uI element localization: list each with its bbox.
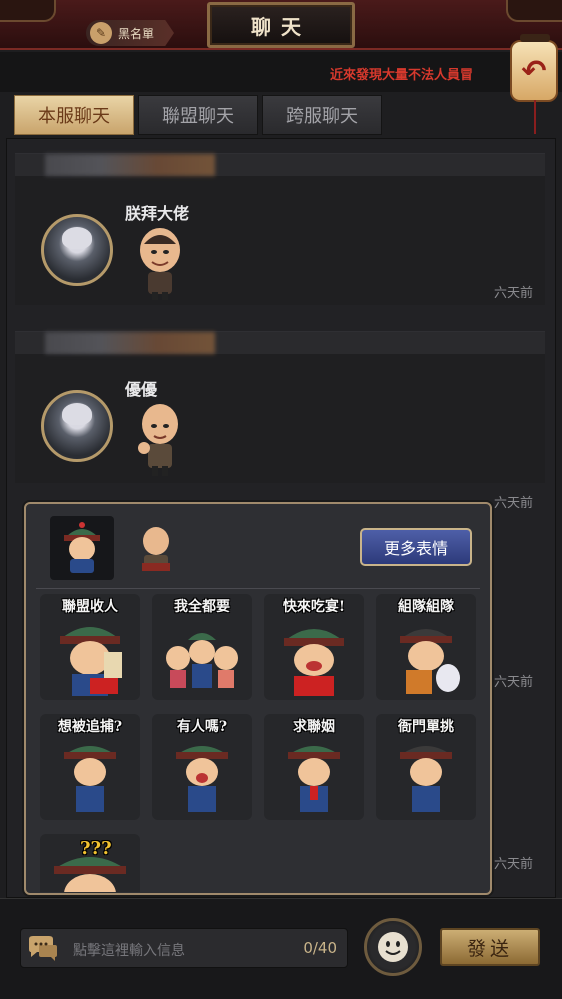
message-time: 六天前 <box>493 286 533 301</box>
ornament-corner-right <box>506 0 562 22</box>
official-recruit-sticker-icon <box>60 627 122 696</box>
message-header-blurred <box>15 154 545 176</box>
blacklist-icon: ✎ <box>90 22 112 44</box>
back-button[interactable]: ↶ <box>510 34 558 134</box>
tab-cross-server-chat[interactable]: 跨服聊天 <box>262 95 382 135</box>
sticker-bald-man-icon <box>138 404 178 476</box>
send-button[interactable]: 發送 <box>440 928 540 966</box>
sticker-grid[interactable]: 聯盟收人 我全都要 快來吃宴! 組隊組隊 想被追捕? 有人嗎? 求聯姻 衙門單挑… <box>40 594 480 892</box>
emoji-button[interactable] <box>364 918 422 976</box>
sticker-caption: ??? <box>80 838 112 859</box>
back-arrow-icon: ↶ <box>521 53 547 89</box>
sticker-caption: 我全都要 <box>174 599 230 615</box>
sticker-pack-official-tab[interactable] <box>50 516 114 580</box>
sticker-item[interactable]: 求聯姻 <box>264 714 364 820</box>
sticker-caption: 求聯姻 <box>293 719 335 735</box>
ornament-corner-left <box>0 0 56 22</box>
sticker-item[interactable]: 衙門單挑 <box>376 714 476 820</box>
announcement-ticker: 近來發現大量不法人員冒 <box>330 68 474 83</box>
sticker-caption: 組隊組隊 <box>398 599 454 615</box>
title-plate: 聊天 <box>207 2 355 48</box>
message-input[interactable]: 點擊這裡輸入信息 0/40 <box>20 928 348 968</box>
sticker-item[interactable]: 組隊組隊 <box>376 594 476 700</box>
chat-message: 優優 六天前 <box>15 331 545 511</box>
avatar[interactable] <box>41 390 113 462</box>
message-header-blurred <box>15 332 545 354</box>
chat-message: 朕拜大佬 六天前 <box>15 153 545 305</box>
message-time: 六天前 <box>493 496 533 511</box>
official-hat-icon <box>64 522 100 573</box>
sticker-pack-tabs <box>50 516 188 580</box>
marriage-sticker-icon <box>288 746 340 812</box>
sticker-bald-man-icon <box>140 228 180 300</box>
chat-bubble-icon <box>29 936 57 961</box>
message-time: 六天前 <box>493 857 533 872</box>
sticker-item[interactable]: 我全都要 <box>152 594 252 700</box>
bald-man-icon <box>142 527 170 571</box>
character-counter: 0/40 <box>303 939 337 957</box>
more-stickers-button[interactable]: 更多表情 <box>360 528 472 566</box>
sticker-caption: 衙門單挑 <box>398 719 454 735</box>
chat-screen: ✎ 黑名單 聊天 近來發現大量不法人員冒 ↶ 本服聊天 聯盟聊天 跨服聊天 朕拜… <box>0 0 562 999</box>
sticker-caption: 快來吃宴! <box>282 599 346 615</box>
divider <box>36 588 480 589</box>
blacklist-button[interactable]: ✎ 黑名單 <box>86 20 174 46</box>
banquet-sticker-icon <box>284 629 344 696</box>
chat-tabs: 本服聊天 聯盟聊天 跨服聊天 <box>14 95 382 135</box>
tab-server-chat[interactable]: 本服聊天 <box>14 95 134 135</box>
blacklist-label: 黑名單 <box>118 26 155 41</box>
arrest-sticker-icon <box>64 746 116 812</box>
input-placeholder: 點擊這裡輸入信息 <box>73 943 185 959</box>
smiley-icon <box>378 932 408 962</box>
duel-sticker-icon <box>400 746 452 812</box>
sticker-item[interactable]: 快來吃宴! <box>264 594 364 700</box>
sticker-panel: 更多表情 聯盟收人 我全都要 快來吃宴! 組隊組隊 想被追捕? 有人嗎? 求聯姻… <box>24 502 492 895</box>
team-up-sticker-icon <box>400 629 460 694</box>
avatar[interactable] <box>41 214 113 286</box>
sticker-pack-bald-tab[interactable] <box>124 516 188 580</box>
tab-alliance-chat[interactable]: 聯盟聊天 <box>138 95 258 135</box>
sticker-caption: 有人嗎? <box>176 719 228 735</box>
top-bar: ✎ 黑名單 聊天 <box>0 0 562 50</box>
sticker-item[interactable]: 有人嗎? <box>152 714 252 820</box>
sticker-caption: 想被追捕? <box>57 719 123 735</box>
message-time: 六天前 <box>493 675 533 690</box>
sticker-item[interactable]: 聯盟收人 <box>40 594 140 700</box>
anyone-there-sticker-icon <box>176 746 228 812</box>
sticker-item[interactable]: 想被追捕? <box>40 714 140 820</box>
sticker-item[interactable]: ??? <box>40 834 140 892</box>
three-people-sticker-icon <box>166 633 238 688</box>
sticker-caption: 聯盟收人 <box>62 599 118 615</box>
page-title: 聊天 <box>251 14 311 39</box>
